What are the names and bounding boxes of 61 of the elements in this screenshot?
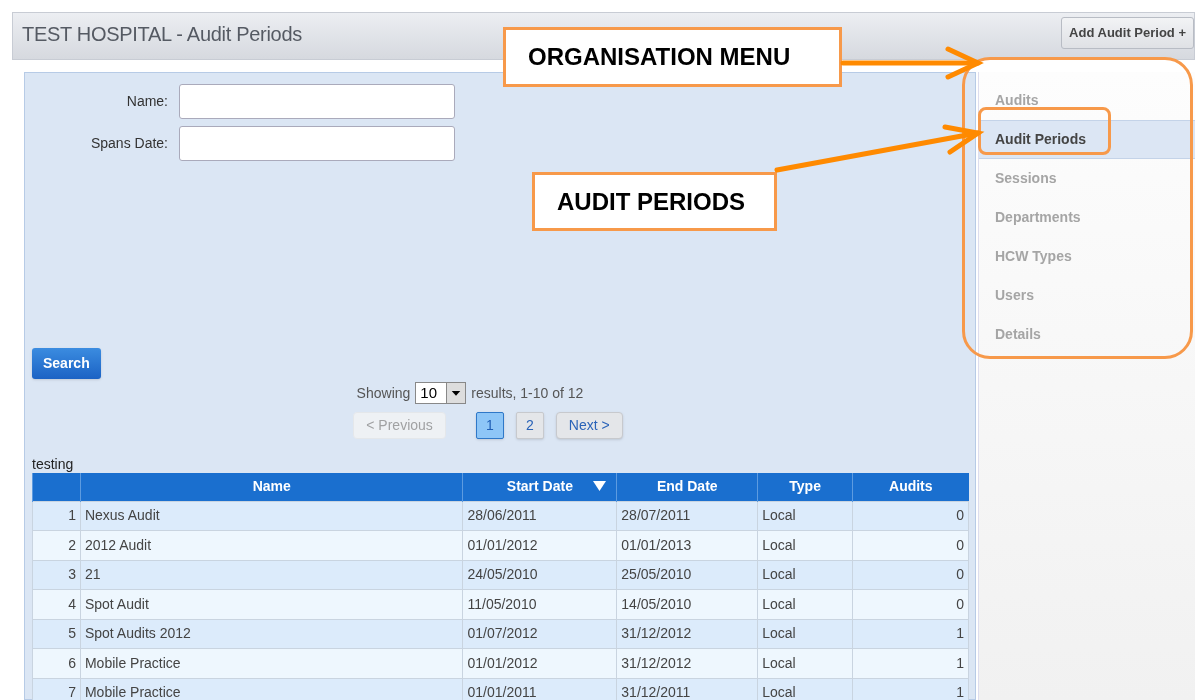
next-button[interactable]: Next > <box>555 412 623 439</box>
table-cell: 5 <box>32 619 81 649</box>
table-cell: Mobile Practice <box>80 648 463 678</box>
results-count: results, 1-10 of 12 <box>471 383 584 403</box>
column-header[interactable]: Start Date <box>462 473 617 501</box>
column-header[interactable]: Type <box>757 473 853 501</box>
table-cell: 28/07/2011 <box>616 501 758 531</box>
table-cell: 01/07/2012 <box>462 619 617 649</box>
table-cell: Local <box>757 560 853 590</box>
table-cell: Nexus Audit <box>80 501 463 531</box>
table-cell: 0 <box>852 530 969 560</box>
page-button[interactable]: 2 <box>515 412 544 439</box>
table-cell: 6 <box>32 648 81 678</box>
table-cell: 24/05/2010 <box>462 560 617 590</box>
column-header[interactable]: Name <box>80 473 463 501</box>
table-cell: Local <box>757 648 853 678</box>
page-size-select[interactable]: 10 <box>415 382 467 404</box>
table-cell: 1 <box>32 501 81 531</box>
table-cell: 2012 Audit <box>80 530 463 560</box>
table-cell: 7 <box>32 678 81 700</box>
field-label: Name: <box>125 92 169 111</box>
input-field[interactable] <box>179 84 455 119</box>
table-cell: 31/12/2012 <box>616 619 758 649</box>
table-cell: Local <box>757 619 853 649</box>
table-cell: 0 <box>852 501 969 531</box>
table-cell: 28/06/2011 <box>462 501 617 531</box>
table-cell: 4 <box>32 589 81 619</box>
table-cell: 3 <box>32 560 81 590</box>
table-cell: Local <box>757 530 853 560</box>
add-audit-period-button[interactable]: Add Audit Period + <box>1061 17 1194 49</box>
table-cell: 0 <box>852 560 969 590</box>
table-cell: 1 <box>852 648 969 678</box>
page-title: TEST HOSPITAL - Audit Periods <box>22 22 302 47</box>
table-cell: 11/05/2010 <box>462 589 617 619</box>
table-cell: 14/05/2010 <box>616 589 758 619</box>
table-cell: 01/01/2012 <box>462 648 617 678</box>
menu-item[interactable]: Audit Periods <box>979 120 1195 159</box>
table-cell: Spot Audits 2012 <box>80 619 463 649</box>
table-caption: testing <box>32 455 75 473</box>
table-cell: 0 <box>852 589 969 619</box>
table-cell: Local <box>757 589 853 619</box>
callout-label: AUDIT PERIODS <box>532 172 777 231</box>
input-field[interactable] <box>179 126 455 161</box>
column-header[interactable]: End Date <box>616 473 758 501</box>
callout-label: ORGANISATION MENU <box>503 27 842 87</box>
dropdown-icon <box>446 383 466 403</box>
table-cell: 21 <box>80 560 463 590</box>
table-cell: Local <box>757 501 853 531</box>
table-cell: 2 <box>32 530 81 560</box>
page-button[interactable]: 1 <box>475 412 504 439</box>
table-cell: 01/01/2013 <box>616 530 758 560</box>
field-label: Spans Date: <box>89 134 169 153</box>
table-cell: 31/12/2012 <box>616 648 758 678</box>
column-header[interactable]: Audits <box>852 473 969 501</box>
table-cell: Spot Audit <box>80 589 463 619</box>
search-button[interactable]: Search <box>32 348 101 379</box>
table-cell: 1 <box>852 619 969 649</box>
showing-label: Showing <box>356 383 411 403</box>
table-cell: 25/05/2010 <box>616 560 758 590</box>
table-cell: 01/01/2012 <box>462 530 617 560</box>
sort-descending-icon <box>593 481 607 491</box>
